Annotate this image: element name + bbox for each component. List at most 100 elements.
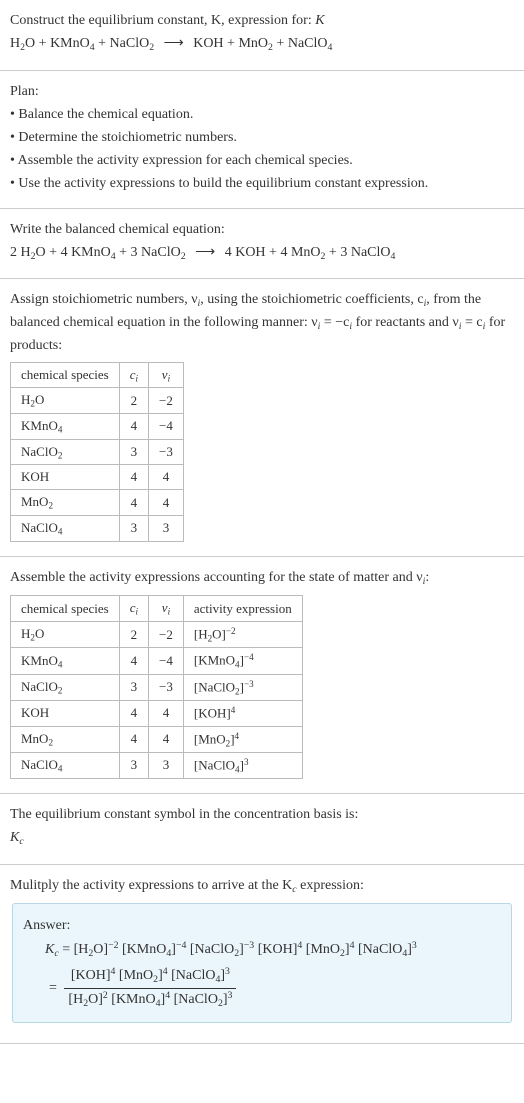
cell-species: MnO2 [11, 490, 120, 516]
cell-species: NaClO4 [11, 752, 120, 778]
answer-expression-line1: Kc = [H2O]−2 [KMnO4]−4 [NaClO2]−3 [KOH]4… [23, 939, 501, 962]
cell-c: 3 [119, 516, 148, 542]
cell-c: 3 [119, 674, 148, 700]
header-text: Construct the equilibrium constant, K, e… [10, 13, 312, 28]
table-row: NaClO433 [11, 516, 184, 542]
col-ci: ci [119, 596, 148, 622]
fraction-denominator: [H2O]2 [KMnO4]4 [NaClO2]3 [64, 989, 236, 1012]
k-symbol: K [315, 13, 324, 28]
plus: + [227, 36, 238, 51]
coef: 4 [225, 245, 236, 260]
cell-v: 4 [149, 726, 184, 752]
table-header-row: chemical species ci νi [11, 362, 184, 388]
balanced-equation: 2 H2O + 4 KMnO4 + 3 NaClO2 ⟶ 4 KOH + 4 M… [10, 242, 514, 265]
cell-c: 4 [119, 413, 148, 439]
species-mno2: MnO2 [291, 245, 325, 260]
term: [KMnO4]−4 [122, 942, 186, 957]
plan-bullet-1: • Balance the chemical equation. [10, 104, 514, 125]
table-row: H2O2−2 [11, 388, 184, 414]
table-row: KMnO44−4 [11, 413, 184, 439]
cell-v: 3 [149, 516, 184, 542]
assign-section: Assign stoichiometric numbers, νi, using… [0, 279, 524, 557]
answer-expression-line2: = [KOH]4 [MnO2]4 [NaClO4]3 [H2O]2 [KMnO4… [23, 965, 501, 1011]
cell-c: 3 [119, 752, 148, 778]
assign-text: Assign stoichiometric numbers, νi, using… [10, 289, 514, 355]
cell-c: 3 [119, 439, 148, 465]
assemble-section: Assemble the activity expressions accoun… [0, 557, 524, 794]
header-equation: H2O + KMnO4 + NaClO2 ⟶ KOH + MnO2 + NaCl… [10, 33, 514, 56]
species-h2o: H2O [21, 245, 46, 260]
cell-activity: [H2O]−2 [183, 622, 302, 648]
term: [MnO2]4 [306, 942, 355, 957]
plan-bullet-2: • Determine the stoichiometric numbers. [10, 127, 514, 148]
table-row: KOH44[KOH]4 [11, 700, 303, 726]
header-section: Construct the equilibrium constant, K, e… [0, 0, 524, 71]
balanced-section: Write the balanced chemical equation: 2 … [0, 209, 524, 280]
plan-bullet-3: • Assemble the activity expression for e… [10, 150, 514, 171]
multiply-title: Mulitply the activity expressions to arr… [10, 875, 514, 898]
equals: = [49, 980, 60, 995]
cell-activity: [NaClO2]−3 [183, 674, 302, 700]
kc-symbol: Kc [10, 827, 514, 850]
col-species: chemical species [11, 596, 120, 622]
kc-section: The equilibrium constant symbol in the c… [0, 794, 524, 865]
reaction-arrow-icon: ⟶ [158, 36, 190, 51]
balanced-title: Write the balanced chemical equation: [10, 219, 514, 240]
col-activity: activity expression [183, 596, 302, 622]
table-header-row: chemical species ci νi activity expressi… [11, 596, 303, 622]
kc-text: The equilibrium constant symbol in the c… [10, 804, 514, 825]
col-vi: νi [149, 596, 184, 622]
table-row: KOH44 [11, 465, 184, 490]
plus: + [329, 245, 340, 260]
table-row: H2O2−2[H2O]−2 [11, 622, 303, 648]
species-naclo2: NaClO2 [141, 245, 186, 260]
cell-species: NaClO2 [11, 439, 120, 465]
cell-activity: [KMnO4]−4 [183, 648, 302, 674]
coef: 3 [340, 245, 351, 260]
coef: 4 [61, 245, 72, 260]
species-h2o: H2O [10, 36, 35, 51]
species-mno2: MnO2 [238, 36, 272, 51]
plus: + [39, 36, 50, 51]
term: [NaClO2]−3 [190, 942, 254, 957]
answer-box: Answer: Kc = [H2O]−2 [KMnO4]−4 [NaClO2]−… [12, 903, 512, 1023]
species-kmno4: KMnO4 [50, 36, 95, 51]
table-row: NaClO23−3 [11, 439, 184, 465]
cell-species: H2O [11, 388, 120, 414]
cell-species: KMnO4 [11, 413, 120, 439]
cell-c: 4 [119, 465, 148, 490]
cell-v: −3 [149, 674, 184, 700]
table-row: MnO244[MnO2]4 [11, 726, 303, 752]
coef: 3 [131, 245, 142, 260]
cell-c: 2 [119, 622, 148, 648]
table-row: KMnO44−4[KMnO4]−4 [11, 648, 303, 674]
cell-v: 4 [149, 700, 184, 726]
cell-species: NaClO4 [11, 516, 120, 542]
cell-species: MnO2 [11, 726, 120, 752]
plus: + [276, 36, 287, 51]
col-vi: νi [149, 362, 184, 388]
species-naclo4: NaClO4 [351, 245, 396, 260]
term: [KOH]4 [258, 942, 303, 957]
cell-c: 2 [119, 388, 148, 414]
multiply-section: Mulitply the activity expressions to arr… [0, 865, 524, 1045]
cell-species: H2O [11, 622, 120, 648]
plan-section: Plan: • Balance the chemical equation. •… [0, 71, 524, 209]
fraction-numerator: [KOH]4 [MnO2]4 [NaClO4]3 [64, 965, 236, 989]
cell-species: NaClO2 [11, 674, 120, 700]
col-ci: ci [119, 362, 148, 388]
cell-v: −4 [149, 413, 184, 439]
fraction: [KOH]4 [MnO2]4 [NaClO4]3 [H2O]2 [KMnO4]4… [64, 965, 236, 1011]
coef: 4 [280, 245, 291, 260]
plus: + [49, 245, 60, 260]
activity-table: chemical species ci νi activity expressi… [10, 595, 303, 779]
table-row: NaClO23−3[NaClO2]−3 [11, 674, 303, 700]
cell-v: 4 [149, 490, 184, 516]
species-naclo2: NaClO2 [110, 36, 155, 51]
species-koh: KOH [193, 36, 223, 51]
stoich-table: chemical species ci νi H2O2−2 KMnO44−4 N… [10, 362, 184, 542]
cell-species: KMnO4 [11, 648, 120, 674]
cell-c: 4 [119, 490, 148, 516]
cell-activity: [KOH]4 [183, 700, 302, 726]
plus: + [269, 245, 280, 260]
